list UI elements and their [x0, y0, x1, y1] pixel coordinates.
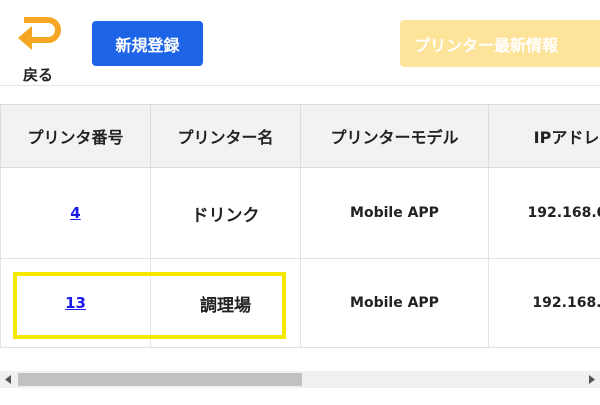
- table-row: 13 調理場 Mobile APP 192.168.1.: [0, 258, 600, 348]
- printer-ip-cell: 192.168.1.: [488, 258, 600, 348]
- return-arrow-icon: [18, 17, 61, 50]
- printer-table-container[interactable]: プリンタ番号 プリンター名 プリンターモデル IPアドレス 4 ドリンク Mob…: [0, 104, 600, 350]
- header-printer-number[interactable]: プリンタ番号: [0, 104, 151, 168]
- horizontal-scrollbar[interactable]: [0, 371, 600, 388]
- printer-latest-info-button[interactable]: プリンター最新情報: [400, 20, 600, 67]
- header-printer-model[interactable]: プリンターモデル: [300, 104, 489, 168]
- printer-name-cell: 調理場: [150, 258, 301, 348]
- scroll-left-arrow-icon[interactable]: [4, 375, 12, 384]
- printer-number-link[interactable]: 13: [65, 294, 86, 312]
- printer-number-cell: 4: [0, 167, 151, 259]
- table-header-row: プリンタ番号 プリンター名 プリンターモデル IPアドレス: [0, 104, 600, 168]
- scrollbar-thumb[interactable]: [18, 373, 302, 386]
- scroll-right-arrow-icon[interactable]: [588, 375, 596, 384]
- printer-model-cell: Mobile APP: [300, 167, 489, 259]
- back-button[interactable]: 戻る: [14, 14, 68, 84]
- printer-number-cell: 13: [0, 258, 151, 348]
- header-ip-address[interactable]: IPアドレス: [488, 104, 600, 168]
- new-registration-button[interactable]: 新規登録: [92, 21, 203, 66]
- table-row: 4 ドリンク Mobile APP 192.168.0.1: [0, 167, 600, 259]
- printer-ip-cell: 192.168.0.1: [488, 167, 600, 259]
- printer-number-link[interactable]: 4: [70, 204, 80, 222]
- back-label: 戻る: [23, 66, 54, 84]
- printer-model-cell: Mobile APP: [300, 258, 489, 348]
- printer-table: プリンタ番号 プリンター名 プリンターモデル IPアドレス 4 ドリンク Mob…: [0, 104, 600, 348]
- toolbar: 戻る 新規登録 プリンター最新情報: [0, 0, 600, 86]
- header-printer-name[interactable]: プリンター名: [150, 104, 301, 168]
- printer-name-cell: ドリンク: [150, 167, 301, 259]
